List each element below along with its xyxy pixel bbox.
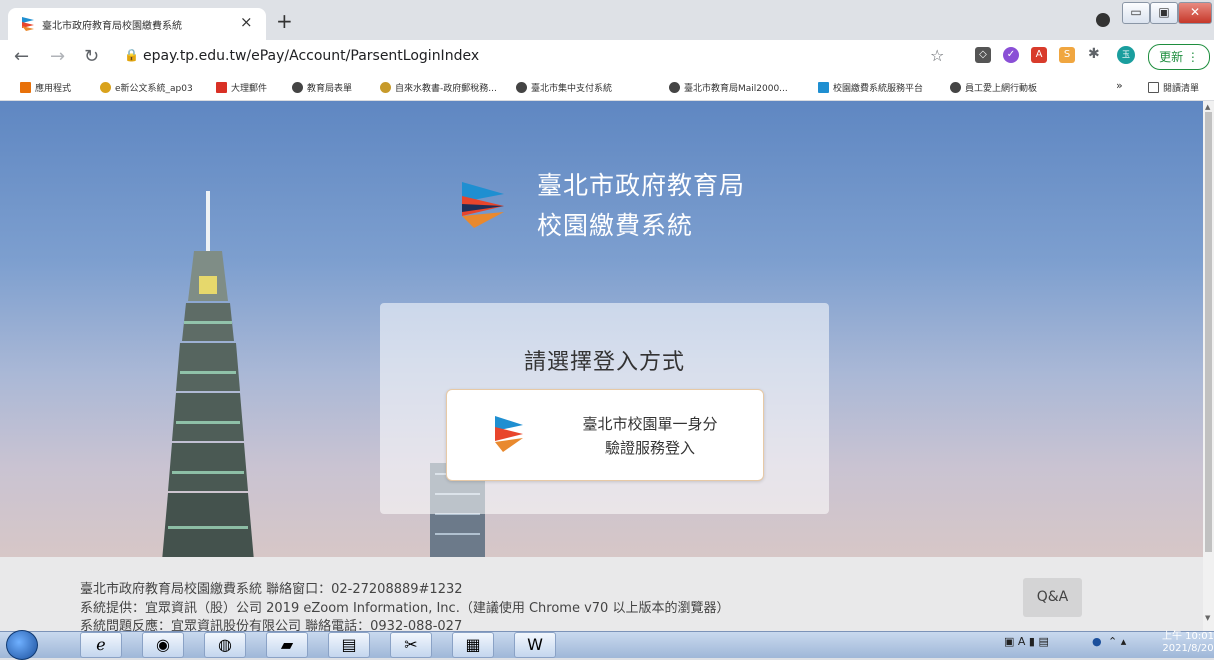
restore-button[interactable]: ▣ (1150, 2, 1178, 24)
taskbar-clock[interactable]: 上午 10:01 2021/8/20 (1162, 631, 1214, 655)
lock-icon[interactable]: 🔒 (124, 48, 139, 62)
footer-provider: 系統提供：宜眾資訊（股）公司 2019 eZoom Information, I… (80, 601, 730, 616)
tab-close-button[interactable]: × (240, 13, 253, 31)
bookmark-label: 教育局表單 (307, 84, 353, 94)
reading-list-button[interactable]: 閱讀清單 (1148, 81, 1199, 94)
sso-login-label-line2: 驗證服務登入 (540, 437, 760, 458)
excel-icon[interactable]: ▦ (452, 632, 494, 658)
bookmark-item[interactable]: 員工愛上網行動板 (950, 81, 1037, 94)
tray-expand-icon[interactable]: ⌃ ▴ (1108, 635, 1126, 648)
bookmark-apps[interactable]: 應用程式 (20, 81, 71, 94)
brand-title: 臺北市政府教育局 (537, 171, 746, 200)
profile-icon[interactable] (1096, 13, 1110, 27)
avatar[interactable]: 玉 (1117, 46, 1135, 64)
qa-button[interactable]: Q&A (1023, 578, 1082, 617)
brand-subtitle: 校園繳費系統 (537, 211, 694, 240)
help-icon[interactable]: ● (1092, 635, 1102, 648)
update-label: 更新 (1159, 50, 1184, 64)
folder-icon[interactable]: ▰ (266, 632, 308, 658)
reading-list-label: 閱讀清單 (1163, 84, 1200, 94)
back-icon[interactable]: ← (14, 46, 29, 67)
bookmark-item[interactable]: 校園繳費系統服務平台 (818, 81, 923, 94)
sso-login-label-line1: 臺北市校園單一身分 (582, 415, 718, 433)
bookmark-label: 臺北市集中支付系統 (531, 84, 613, 94)
footer-support: 系統問題反應：宜眾資訊股份有限公司 聯絡電話：0932-088-027 (80, 619, 463, 631)
globe-icon (516, 82, 527, 93)
ie-icon[interactable]: ℯ (80, 632, 122, 658)
language-bar-icon[interactable]: ▣ A ▮ ▤ (1004, 635, 1049, 648)
bookmark-label: 應用程式 (35, 84, 72, 94)
start-button[interactable] (6, 630, 38, 660)
apps-grid-icon (20, 82, 31, 93)
bookmarks-overflow-button[interactable]: » (1116, 79, 1123, 92)
login-title: 請選擇登入方式 (523, 350, 685, 375)
bookmark-item[interactable]: e新公文系統_ap03 (100, 81, 193, 94)
close-window-button[interactable]: ✕ (1178, 2, 1212, 24)
extension-shield-icon[interactable]: ✓ (1003, 47, 1019, 63)
notepad-icon[interactable]: ▤ (328, 632, 370, 658)
snipping-tool-icon[interactable]: ✂ (390, 632, 432, 658)
bookmark-label: 臺北市教育局Mail2000... (684, 84, 788, 94)
bookmark-favicon-icon (100, 82, 111, 93)
scroll-up-icon[interactable]: ▲ (1205, 103, 1210, 111)
edu-logo-icon (462, 182, 504, 228)
smart-extension-icon[interactable]: S (1059, 47, 1075, 63)
firefox-icon[interactable]: ◍ (204, 632, 246, 658)
minimize-button[interactable]: ▭ (1122, 2, 1150, 24)
bookmark-star-icon[interactable]: ☆ (930, 46, 944, 65)
taipei-101-image (162, 191, 254, 557)
globe-icon (292, 82, 303, 93)
bookmark-favicon-icon (380, 82, 391, 93)
scrollbar-thumb[interactable] (1205, 112, 1212, 552)
forward-icon[interactable]: → (50, 46, 65, 67)
clock-time: 上午 10:01 (1162, 631, 1214, 642)
bookmark-label: 校園繳費系統服務平台 (833, 84, 924, 94)
reload-icon[interactable]: ↻ (84, 46, 99, 67)
pdf-extension-icon[interactable]: A (1031, 47, 1047, 63)
bookmark-item[interactable]: 教育局表單 (292, 81, 352, 94)
site-logo-icon (22, 17, 34, 31)
globe-icon (669, 82, 680, 93)
gmail-icon (216, 82, 227, 93)
footer-contact: 臺北市政府教育局校園繳費系統 聯絡窗口：02-27208889#1232 (80, 582, 463, 597)
word-icon[interactable]: W (514, 632, 556, 658)
url-text[interactable]: epay.tp.edu.tw/ePay/Account/ParsentLogin… (143, 48, 479, 64)
extension-icon[interactable]: ◇ (975, 47, 991, 63)
edu-logo-icon (495, 416, 523, 452)
new-tab-button[interactable]: + (276, 9, 293, 33)
bookmark-label: e新公文系統_ap03 (115, 84, 193, 94)
bookmark-item[interactable]: 大理郵件 (216, 81, 267, 94)
site-logo-icon (818, 82, 829, 93)
browser-tab[interactable]: 臺北市政府教育局校園繳費系統 × (8, 8, 266, 40)
clock-date: 2021/8/20 (1162, 643, 1214, 654)
extensions-puzzle-icon[interactable]: ✱ (1088, 46, 1100, 62)
bookmark-item[interactable]: 臺北市集中支付系統 (516, 81, 612, 94)
reading-list-icon (1148, 82, 1159, 93)
bookmark-item[interactable]: 自來水教書-政府郵稅務... (380, 81, 497, 94)
bookmark-label: 自來水教書-政府郵稅務... (395, 84, 497, 94)
bookmark-label: 大理郵件 (231, 84, 268, 94)
tab-title: 臺北市政府教育局校園繳費系統 (42, 21, 182, 32)
bookmark-item[interactable]: 臺北市教育局Mail2000... (669, 81, 788, 94)
chrome-icon[interactable]: ◉ (142, 632, 184, 658)
bookmark-label: 員工愛上網行動板 (965, 84, 1038, 94)
sso-login-label-text: 驗證服務登入 (604, 439, 695, 457)
scroll-down-icon[interactable]: ▼ (1205, 614, 1210, 622)
globe-icon (950, 82, 961, 93)
update-button[interactable]: 更新 ⋮ (1148, 44, 1210, 70)
